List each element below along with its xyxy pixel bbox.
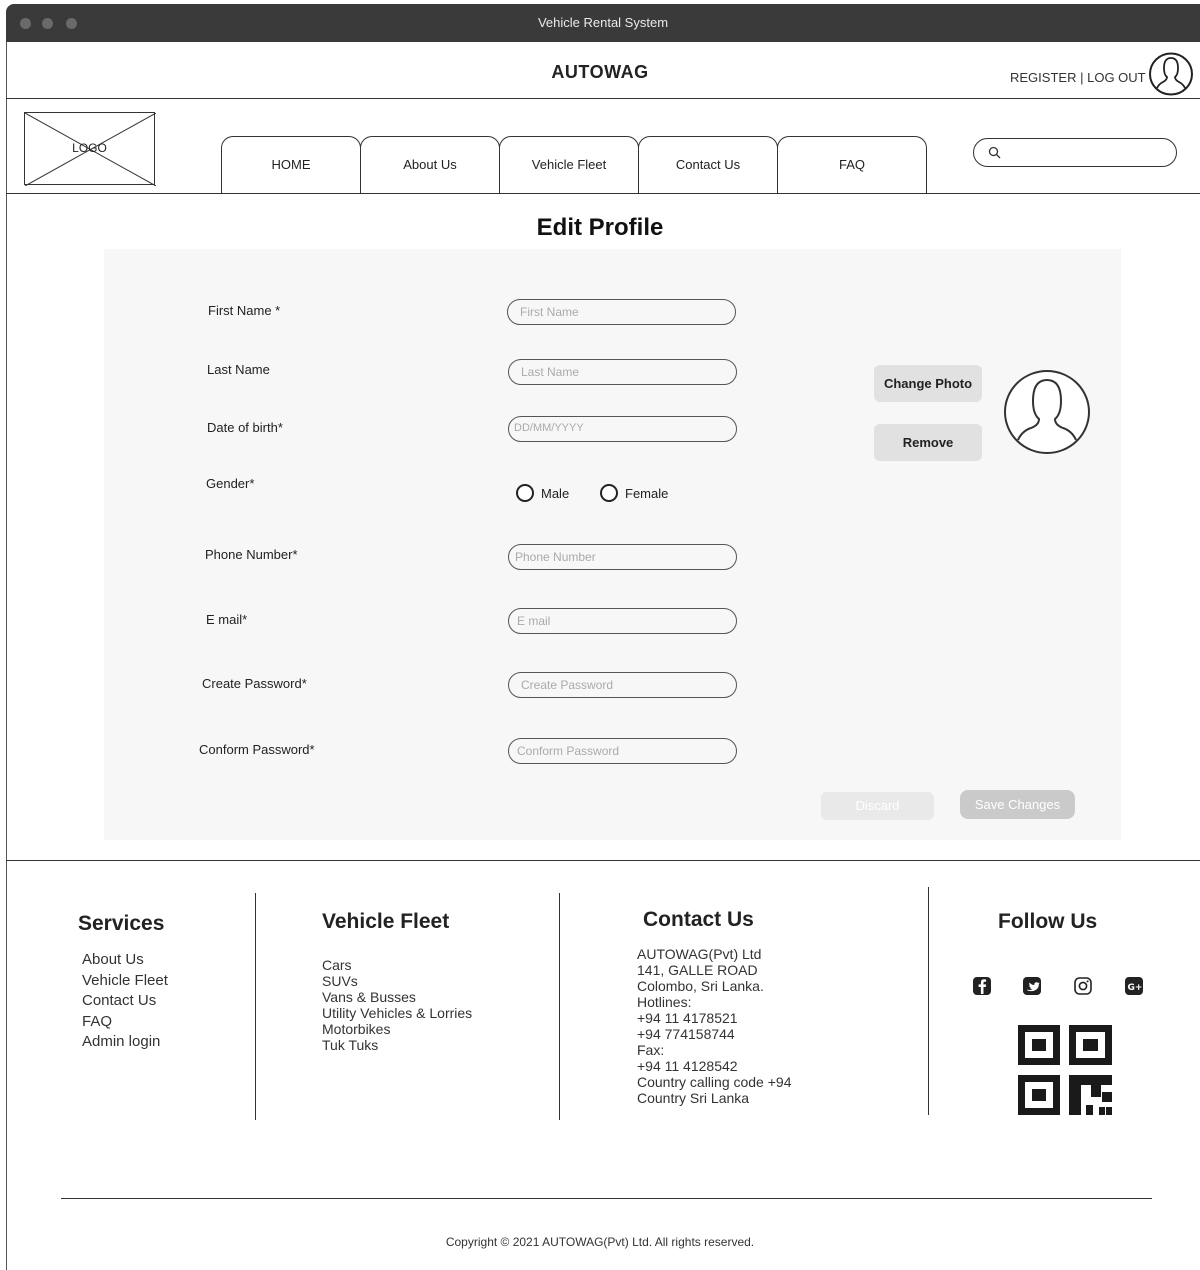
copyright-divider	[61, 1198, 1152, 1199]
auth-links: REGISTER | LOG OUT	[1010, 70, 1146, 85]
create-password-field[interactable]: Create Password	[508, 672, 737, 698]
google-plus-icon[interactable]: G+	[1124, 976, 1144, 996]
contact-heading: Contact Us	[643, 908, 754, 931]
footer-link-about-us[interactable]: About Us	[82, 950, 168, 971]
nav-tab-contact-us[interactable]: Contact Us	[638, 136, 778, 194]
footer-link-contact-us[interactable]: Contact Us	[82, 991, 168, 1012]
contact-calling-code: Country calling code +94	[637, 1074, 792, 1090]
footer-column-divider	[559, 893, 560, 1120]
contact-hotlines-label: Hotlines:	[637, 994, 692, 1010]
facebook-icon[interactable]	[972, 976, 992, 996]
fleet-item[interactable]: Tuk Tuks	[322, 1037, 472, 1053]
last-name-label: Last Name	[207, 362, 270, 377]
nav-tab-about-us[interactable]: About Us	[360, 136, 500, 194]
logo-label: LOGO	[72, 141, 107, 155]
contact-company: AUTOWAG(Pvt) Ltd	[637, 946, 762, 962]
twitter-icon[interactable]	[1022, 976, 1042, 996]
user-avatar-icon[interactable]	[1148, 52, 1194, 96]
svg-text:G+: G+	[1128, 983, 1143, 993]
gender-male-label: Male	[541, 485, 570, 501]
contact-fax-label: Fax:	[637, 1042, 665, 1058]
dob-label: Date of birth*	[207, 420, 283, 435]
footer-divider	[6, 860, 1200, 861]
email-field[interactable]: E mail	[508, 608, 737, 634]
logo-placeholder[interactable]: LOGO	[24, 112, 156, 186]
contact-country: Country Sri Lanka	[637, 1090, 750, 1106]
nav-tab-faq[interactable]: FAQ	[777, 136, 927, 194]
save-changes-button[interactable]: Save Changes	[960, 790, 1075, 819]
radio-circle-icon	[600, 484, 618, 502]
create-password-label: Create Password*	[202, 676, 307, 691]
nav-tab-home[interactable]: HOME	[221, 136, 361, 194]
services-list: About Us Vehicle Fleet Contact Us FAQ Ad…	[82, 950, 168, 1053]
footer-link-faq[interactable]: FAQ	[82, 1012, 168, 1033]
fleet-item[interactable]: Cars	[322, 957, 472, 973]
discard-button[interactable]: Discard	[821, 792, 934, 820]
search-icon	[988, 146, 1001, 159]
logout-link[interactable]: LOG OUT	[1087, 70, 1146, 85]
follow-us-heading: Follow Us	[998, 910, 1098, 933]
page-title: Edit Profile	[536, 214, 664, 241]
instagram-icon[interactable]	[1073, 976, 1093, 996]
auth-separator: |	[1080, 70, 1084, 85]
fleet-item[interactable]: Motorbikes	[322, 1021, 472, 1037]
remove-photo-button[interactable]: Remove	[874, 424, 982, 461]
gender-label: Gender*	[206, 476, 255, 491]
contact-details: AUTOWAG(Pvt) Ltd 141, GALLE ROAD Colombo…	[637, 946, 792, 1106]
contact-fax: +94 11 4128542	[637, 1058, 738, 1074]
qr-code-icon[interactable]	[1018, 1025, 1112, 1115]
contact-hotline-1: +94 11 4178521	[637, 1010, 738, 1026]
contact-street: 141, GALLE ROAD	[637, 962, 758, 978]
gender-radio-female[interactable]: Female	[600, 484, 668, 502]
radio-circle-icon	[516, 484, 534, 502]
confirm-password-label: Conform Password*	[199, 742, 315, 757]
contact-city: Colombo, Sri Lanka.	[637, 978, 764, 994]
copyright-text: Copyright © 2021 AUTOWAG(Pvt) Ltd. All r…	[445, 1235, 755, 1249]
confirm-password-field[interactable]: Conform Password	[508, 738, 737, 764]
email-label: E mail*	[206, 612, 248, 627]
window-title: Vehicle Rental System	[537, 15, 669, 30]
gender-female-label: Female	[625, 485, 669, 501]
footer-column-divider	[255, 893, 256, 1120]
first-name-field[interactable]: First Name	[507, 299, 736, 325]
register-link[interactable]: REGISTER	[1010, 70, 1076, 85]
vehicle-fleet-heading: Vehicle Fleet	[322, 910, 450, 933]
fleet-item[interactable]: SUVs	[322, 973, 472, 989]
search-input[interactable]	[973, 138, 1177, 167]
header-divider	[6, 98, 1200, 99]
window-titlebar: Vehicle Rental System	[6, 4, 1200, 42]
first-name-label: First Name *	[208, 303, 281, 318]
services-heading: Services	[78, 912, 165, 935]
dob-field[interactable]: DD/MM/YYYY	[508, 416, 737, 442]
vehicle-fleet-list: Cars SUVs Vans & Busses Utility Vehicles…	[322, 957, 472, 1053]
profile-photo-icon	[1002, 368, 1092, 456]
nav-divider	[6, 193, 1200, 194]
footer-link-vehicle-fleet[interactable]: Vehicle Fleet	[82, 971, 168, 992]
contact-hotline-2: +94 774158744	[637, 1026, 735, 1042]
phone-field[interactable]: Phone Number	[508, 544, 737, 570]
fleet-item[interactable]: Vans & Busses	[322, 989, 472, 1005]
last-name-field[interactable]: Last Name	[508, 359, 737, 385]
footer-column-divider	[928, 887, 929, 1115]
footer-link-admin-login[interactable]: Admin login	[82, 1032, 168, 1053]
nav-tab-vehicle-fleet[interactable]: Vehicle Fleet	[499, 136, 639, 194]
phone-label: Phone Number*	[205, 547, 298, 562]
change-photo-button[interactable]: Change Photo	[874, 365, 982, 402]
fleet-item[interactable]: Utility Vehicles & Lorries	[322, 1005, 472, 1021]
gender-radio-male[interactable]: Male	[516, 484, 569, 502]
